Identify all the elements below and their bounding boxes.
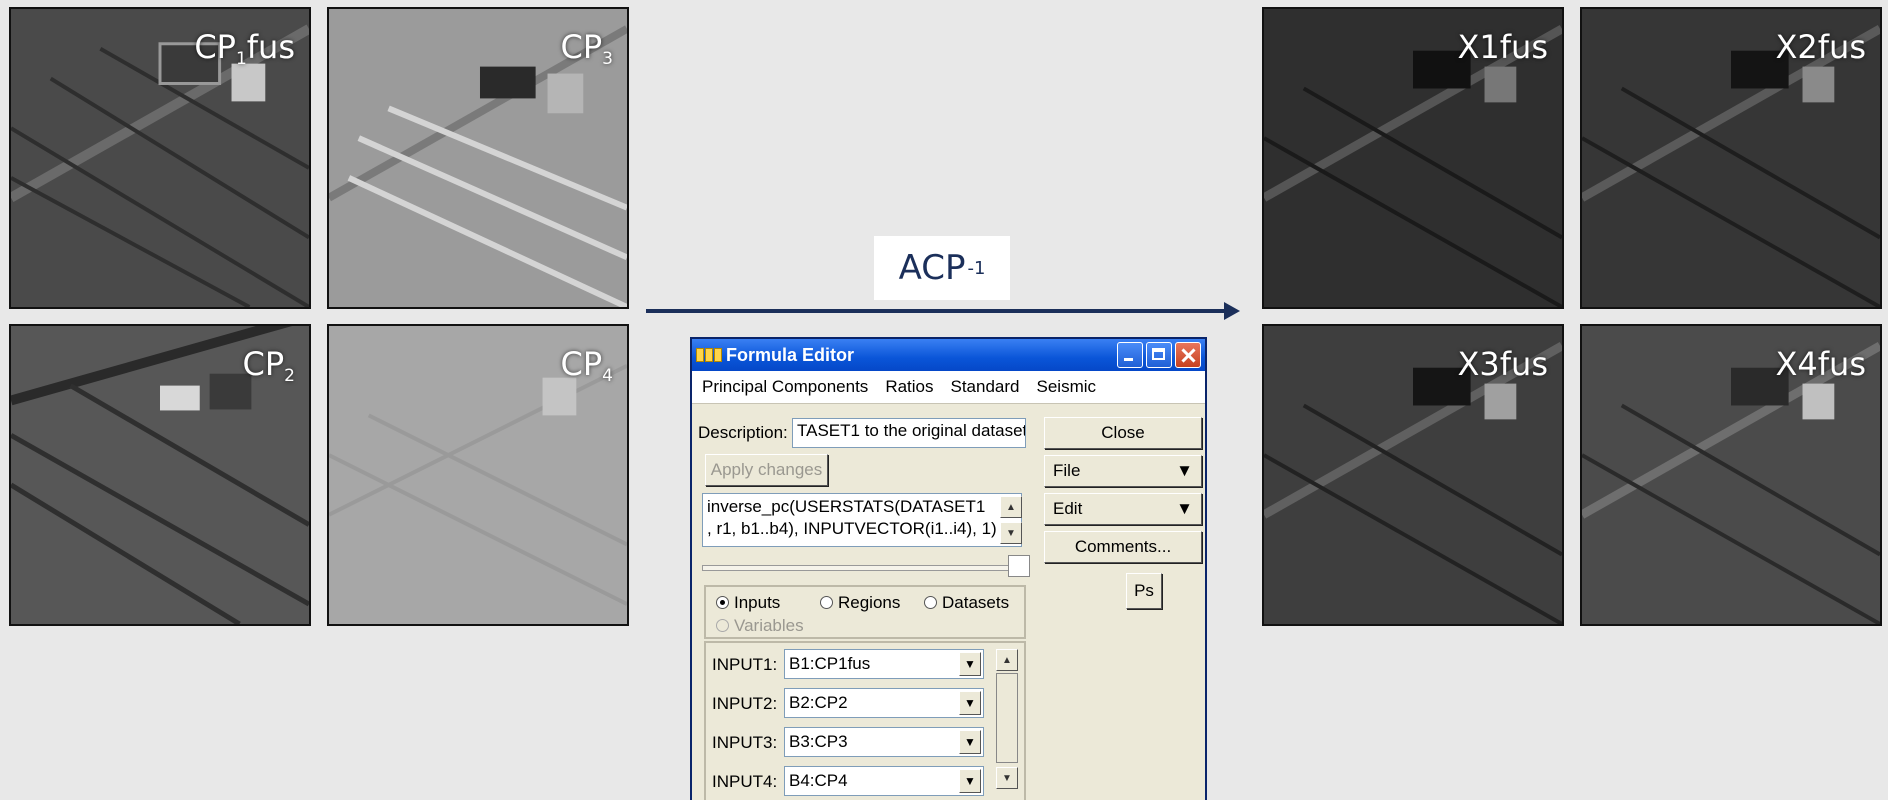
scroll-up-icon[interactable]: ▲ [1000, 496, 1022, 518]
app-icon [696, 348, 722, 362]
image-cp2: CP2 [9, 324, 311, 626]
menu-bar: Principal Components Ratios Standard Sei… [692, 371, 1205, 404]
arrow-line [646, 309, 1230, 313]
dropdown-arrow-icon: ▼ [1176, 499, 1193, 518]
input3-label: INPUT3: [712, 733, 778, 752]
image-label: X3fus [1457, 345, 1549, 383]
arrow-head-icon [1224, 302, 1240, 320]
menu-seismic[interactable]: Seismic [1037, 377, 1097, 397]
formula-editor-window: Formula Editor Principal Components Rati… [690, 337, 1207, 800]
radio-inputs[interactable]: Inputs [716, 593, 780, 613]
image-label: CP1fus [194, 28, 295, 69]
radio-datasets[interactable]: Datasets [924, 593, 1009, 613]
image-cp3: CP3 [327, 7, 629, 309]
window-title: Formula Editor [726, 344, 855, 365]
image-x2fus: X2fus [1580, 7, 1882, 309]
ps-button[interactable]: Ps [1126, 573, 1162, 609]
input2-select[interactable]: B2:CP2 ▼ [784, 688, 984, 718]
close-button[interactable]: Close [1044, 417, 1202, 449]
image-label: X1fus [1457, 28, 1549, 66]
menu-principal-components[interactable]: Principal Components [702, 377, 868, 397]
dropdown-arrow-icon: ▼ [959, 652, 981, 676]
splitter-track[interactable] [702, 565, 1030, 571]
formula-line-1: inverse_pc(USERSTATS(DATASET1 [707, 497, 986, 516]
radio-icon [820, 596, 833, 609]
inputs-scroll-up-icon[interactable]: ▲ [996, 649, 1018, 671]
image-x1fus: X1fus [1262, 7, 1564, 309]
close-window-icon[interactable] [1175, 342, 1201, 368]
file-label: File [1053, 461, 1081, 480]
image-label: CP2 [242, 345, 295, 386]
acp-inverse-label: ACP -1 [874, 236, 1010, 300]
title-bar[interactable]: Formula Editor [692, 339, 1205, 371]
inputs-scroll-down-icon[interactable]: ▼ [996, 767, 1018, 789]
input1-label: INPUT1: [712, 655, 778, 674]
description-label: Description: [698, 423, 788, 442]
image-cp4: CP4 [327, 324, 629, 626]
inputs-list: INPUT1: B1:CP1fus ▼ INPUT2: B2:CP2 ▼ INPUT… [704, 641, 1026, 800]
menu-standard[interactable]: Standard [951, 377, 1020, 397]
input2-label: INPUT2: [712, 694, 778, 713]
formula-textarea[interactable]: inverse_pc(USERSTATS(DATASET1 , r1, b1..… [702, 493, 1022, 547]
radio-variables[interactable]: Variables [716, 616, 804, 636]
image-label: CP3 [560, 28, 613, 69]
input3-select[interactable]: B3:CP3 ▼ [784, 727, 984, 757]
dropdown-arrow-icon: ▼ [959, 691, 981, 715]
maximize-icon[interactable] [1146, 342, 1172, 368]
input1-select[interactable]: B1:CP1fus ▼ [784, 649, 984, 679]
dropdown-arrow-icon: ▼ [1176, 461, 1193, 480]
formula-line-2: , r1, b1..b4), INPUTVECTOR(i1..i4), 1) [707, 519, 997, 538]
menu-ratios[interactable]: Ratios [885, 377, 933, 397]
dropdown-arrow-icon: ▼ [959, 730, 981, 754]
image-label: CP4 [560, 345, 613, 386]
apply-changes-button[interactable]: Apply changes [705, 454, 828, 486]
image-cp1fus: CP1fus [9, 7, 311, 309]
comments-button[interactable]: Comments... [1044, 531, 1202, 563]
image-label: X4fus [1775, 345, 1867, 383]
description-input[interactable]: TASET1 to the original dataset) [792, 418, 1026, 448]
dropdown-arrow-icon: ▼ [959, 769, 981, 793]
edit-dropdown[interactable]: Edit ▼ [1044, 493, 1202, 525]
splitter-handle[interactable] [1008, 555, 1030, 577]
radio-icon [924, 596, 937, 609]
file-dropdown[interactable]: File ▼ [1044, 455, 1202, 487]
radio-selected-icon [716, 596, 729, 609]
inputs-scroll-thumb[interactable] [996, 673, 1018, 763]
edit-label: Edit [1053, 499, 1083, 518]
input4-label: INPUT4: [712, 772, 778, 791]
minimize-icon[interactable] [1117, 342, 1143, 368]
scroll-down-icon[interactable]: ▼ [1000, 522, 1022, 544]
radio-regions[interactable]: Regions [820, 593, 900, 613]
image-x3fus: X3fus [1262, 324, 1564, 626]
image-label: X2fus [1775, 28, 1867, 66]
source-radio-group: Inputs Regions Datasets Variables [704, 585, 1026, 639]
input4-select[interactable]: B4:CP4 ▼ [784, 766, 984, 796]
radio-disabled-icon [716, 619, 729, 632]
image-x4fus: X4fus [1580, 324, 1882, 626]
